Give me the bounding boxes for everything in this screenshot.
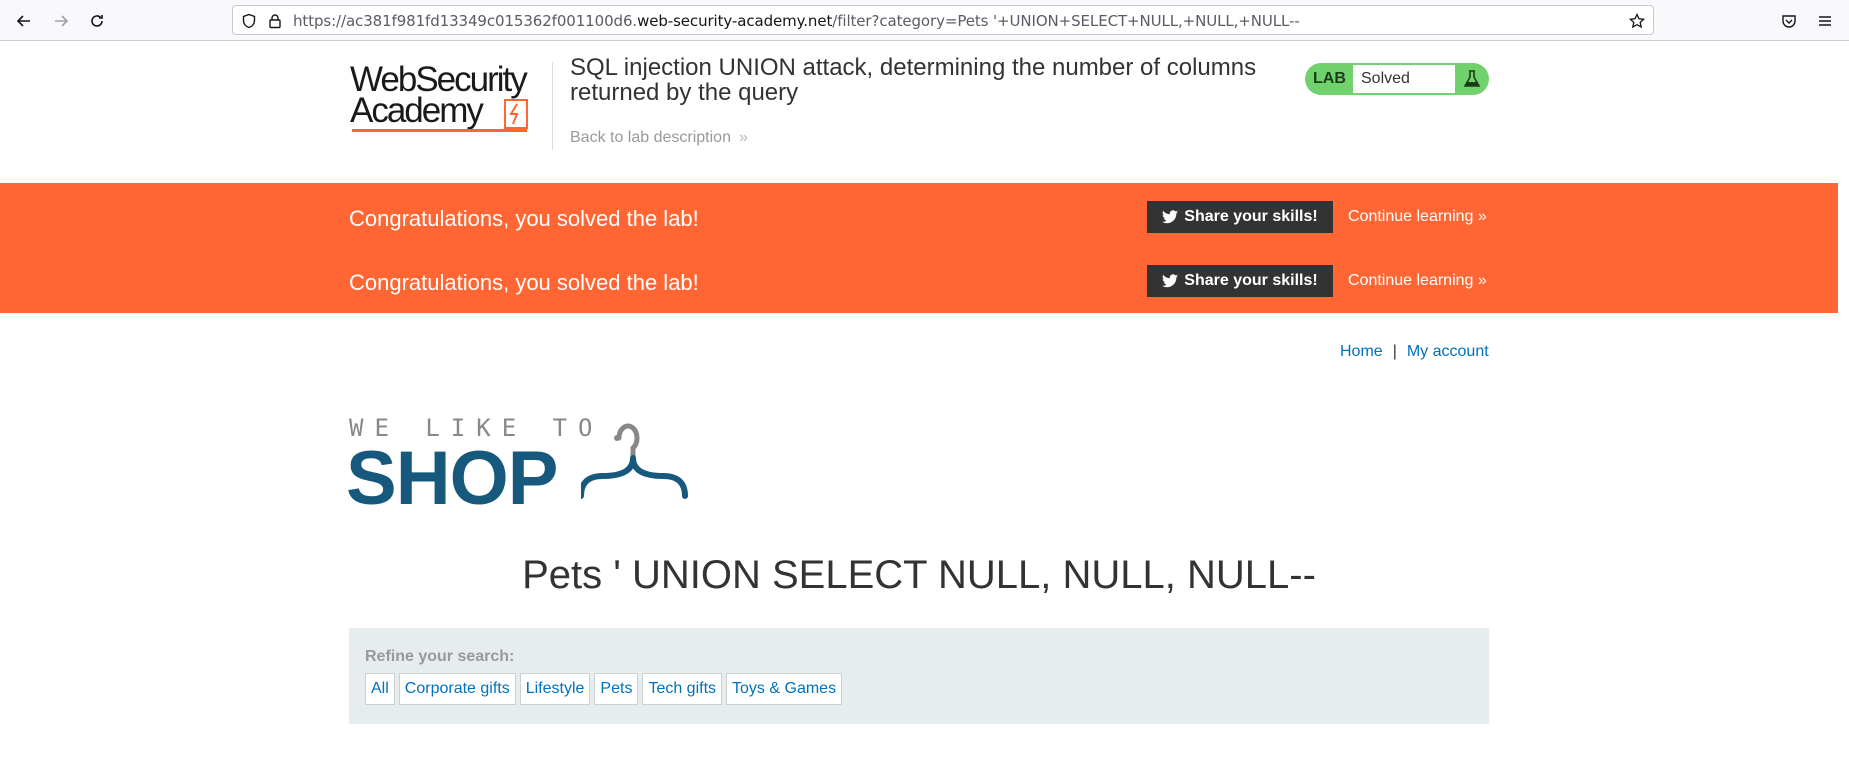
filter-link-toys-games[interactable]: Toys & Games <box>726 673 843 705</box>
double-chevron-icon: » <box>738 129 748 146</box>
congratulations-message: Congratulations, you solved the lab! <box>349 270 699 295</box>
menu-icon[interactable] <box>1812 8 1838 34</box>
flask-icon <box>1462 69 1482 89</box>
my-account-link[interactable]: My account <box>1407 343 1489 360</box>
continue-learning-link[interactable]: Continue learning » <box>1348 208 1487 226</box>
filter-link-tech-gifts[interactable]: Tech gifts <box>642 673 723 705</box>
refine-search-label: Refine your search: <box>365 648 515 665</box>
bolt-icon <box>504 99 528 129</box>
filter-link-corporate-gifts[interactable]: Corporate gifts <box>398 673 516 705</box>
browser-toolbar: https://ac381f981fd13349c015362f001100d6… <box>0 0 1849 41</box>
pocket-icon[interactable] <box>1776 8 1802 34</box>
nav-separator: | <box>1392 343 1397 360</box>
banner-row: Congratulations, you solved the lab! Sha… <box>0 197 1838 237</box>
lock-icon[interactable] <box>265 11 285 31</box>
back-link-label: Back to lab description <box>570 129 731 146</box>
url-text[interactable]: https://ac381f981fd13349c015362f001100d6… <box>293 12 1300 30</box>
filter-link-pets[interactable]: Pets <box>594 673 639 705</box>
twitter-icon <box>1162 210 1179 224</box>
banner-row: Congratulations, you solved the lab! Sha… <box>0 261 1838 301</box>
forward-icon[interactable] <box>48 8 74 34</box>
logo-text-line2: Academy <box>350 91 484 130</box>
back-to-lab-description-link[interactable]: Back to lab description » <box>570 129 748 147</box>
congratulations-banner: Congratulations, you solved the lab! Sha… <box>0 183 1838 313</box>
continue-learning-link[interactable]: Continue learning » <box>1348 272 1487 290</box>
logo-underline <box>352 129 527 132</box>
share-label: Share your skills! <box>1184 272 1318 289</box>
hanger-icon <box>581 423 688 499</box>
refine-search-panel: Refine your search: All Corporate gifts … <box>349 628 1489 724</box>
twitter-icon <box>1162 274 1179 288</box>
lab-status-badge: LAB Solved <box>1305 63 1489 95</box>
reload-icon[interactable] <box>84 8 110 34</box>
category-filter-list: All Corporate gifts Lifestyle Pets Tech … <box>365 673 843 705</box>
continue-label: Continue learning <box>1348 272 1474 289</box>
top-nav: Home | My account <box>1340 343 1489 361</box>
status-value: Solved <box>1361 70 1410 87</box>
shop-logo[interactable]: WE LIKE TO SHOP <box>346 412 709 521</box>
web-security-academy-logo[interactable]: WebSecurity Academy <box>350 62 550 134</box>
address-bar[interactable]: https://ac381f981fd13349c015362f001100d6… <box>232 5 1654 35</box>
status-value-box: Solved <box>1353 65 1455 93</box>
lab-label: LAB <box>1313 70 1346 87</box>
shield-icon[interactable] <box>239 11 259 31</box>
share-skills-button[interactable]: Share your skills! <box>1147 201 1333 233</box>
filter-link-lifestyle[interactable]: Lifestyle <box>519 673 591 705</box>
lab-title: SQL injection UNION attack, determining … <box>570 54 1257 106</box>
shop-word: SHOP <box>346 436 558 521</box>
double-chevron-icon: » <box>1477 208 1487 225</box>
star-icon[interactable] <box>1627 11 1647 31</box>
share-label: Share your skills! <box>1184 208 1318 225</box>
congratulations-message: Congratulations, you solved the lab! <box>349 206 699 231</box>
header-divider <box>552 62 553 150</box>
share-skills-button[interactable]: Share your skills! <box>1147 265 1333 297</box>
continue-label: Continue learning <box>1348 208 1474 225</box>
back-icon[interactable] <box>11 8 37 34</box>
filter-link-all[interactable]: All <box>365 673 395 705</box>
double-chevron-icon: » <box>1477 272 1487 289</box>
home-link[interactable]: Home <box>1340 343 1383 360</box>
category-heading: Pets ' UNION SELECT NULL, NULL, NULL-- <box>522 553 1316 597</box>
